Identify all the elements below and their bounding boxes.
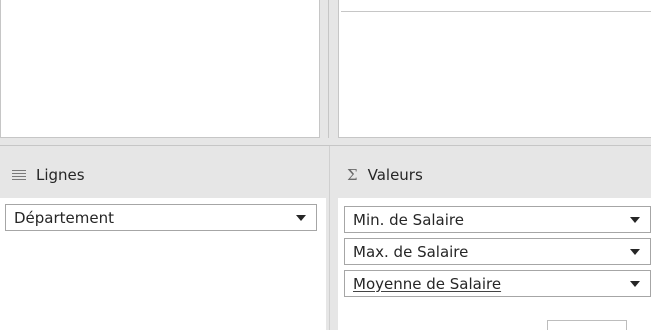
area-divider (326, 146, 338, 330)
columns-field-stub (341, 0, 651, 12)
field-label: Max. de Salaire (353, 242, 469, 261)
field-min-salaire[interactable]: Min. de Salaire (344, 206, 651, 233)
dropdown-arrow-icon[interactable] (630, 280, 640, 287)
values-drop-area[interactable]: Min. de Salaire Max. de Salaire Moyenne … (338, 198, 651, 330)
dropdown-arrow-icon[interactable] (630, 248, 640, 255)
field-max-salaire[interactable]: Max. de Salaire (344, 238, 651, 265)
values-area-title: Valeurs (367, 166, 423, 184)
rows-area-title: Lignes (36, 166, 85, 184)
columns-drop-area[interactable] (338, 0, 651, 138)
field-label: Moyenne de Salaire (353, 274, 502, 293)
field-departement[interactable]: Département (5, 204, 317, 231)
field-moyenne-salaire[interactable]: Moyenne de Salaire (344, 270, 651, 297)
filters-drop-area[interactable] (0, 0, 320, 138)
field-label: Département (14, 208, 114, 227)
dropdown-arrow-icon[interactable] (630, 216, 640, 223)
sigma-icon: Σ (347, 166, 358, 184)
tooltip-popup (547, 320, 627, 330)
dropdown-arrow-icon[interactable] (296, 214, 306, 221)
horizontal-splitter[interactable] (0, 138, 651, 146)
vertical-splitter[interactable] (320, 0, 338, 146)
rows-drop-area[interactable]: Département (0, 198, 326, 330)
values-area-header: Σ Valeurs (347, 158, 423, 192)
field-label: Min. de Salaire (353, 210, 464, 229)
rows-area-header: Lignes (12, 158, 85, 192)
list-lines-icon (12, 169, 26, 181)
